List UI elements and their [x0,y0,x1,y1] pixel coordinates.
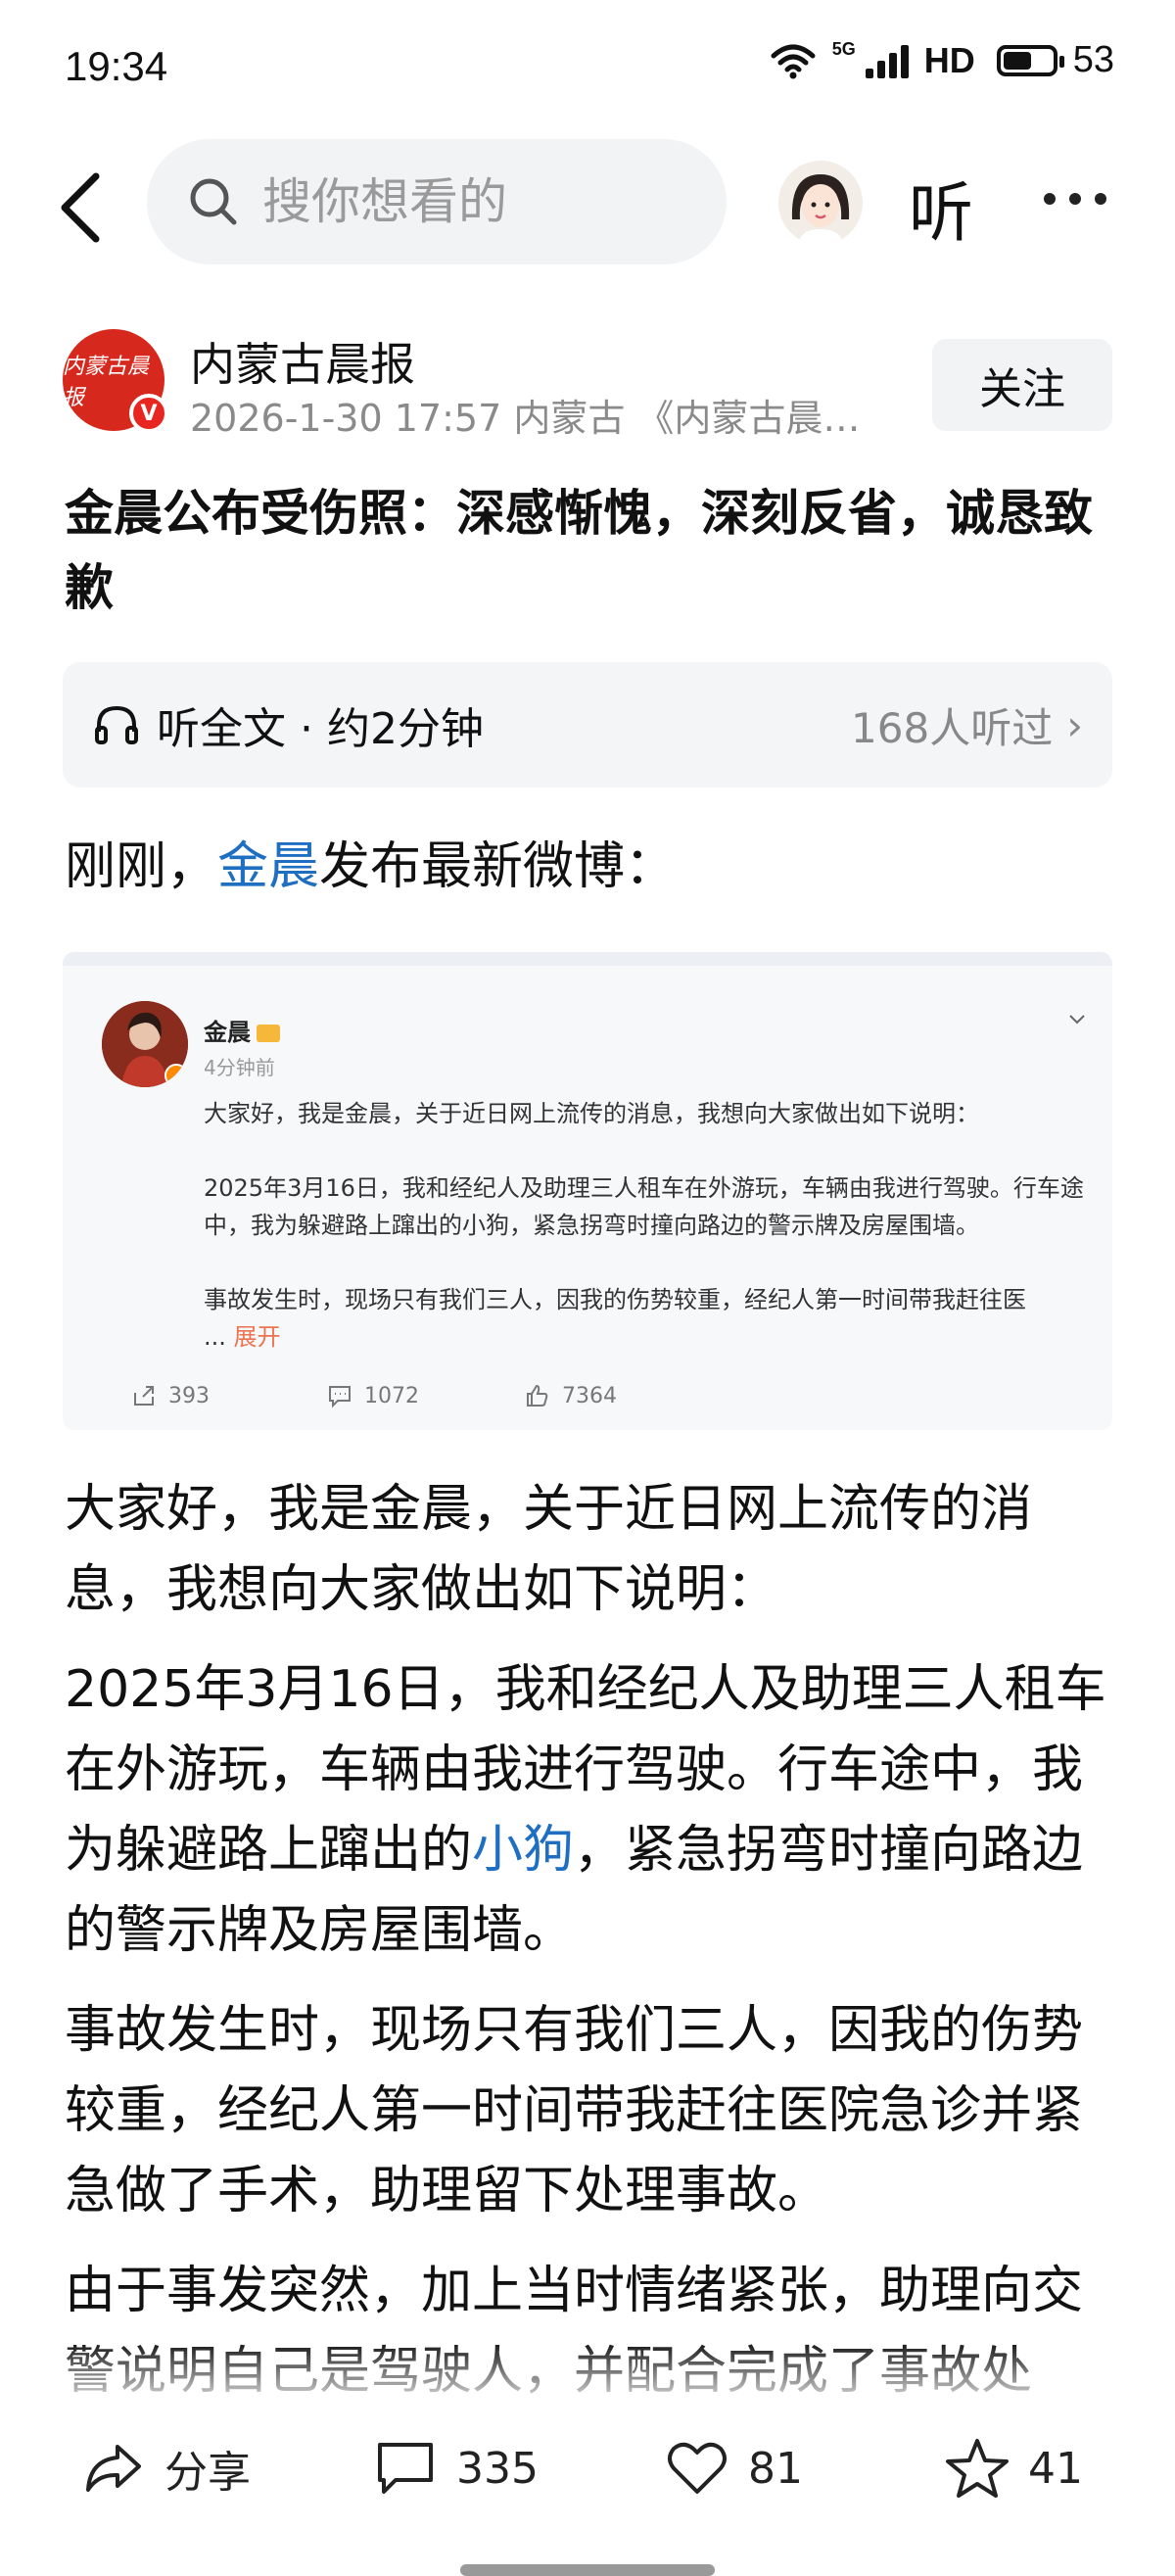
weibo-comments: 1072 [327,1383,419,1408]
headphones-icon [95,705,138,744]
weibo-time: 4分钟前 [204,1056,275,1079]
listen-full-text-bar[interactable]: 听全文 · 约2分钟 168人听过 › [63,662,1112,787]
bottom-action-bar: 分享 335 81 41 [0,2419,1175,2527]
top-nav: 听 [0,139,1175,266]
thumbs-up-icon [527,1384,548,1407]
network-type: 5G [831,38,856,59]
listen-count: 168人听过 › [851,700,1083,752]
share-button[interactable]: 分享 [82,2437,251,2500]
like-button[interactable]: 81 [666,2437,803,2500]
expand-link: 展开 [233,1323,281,1351]
follow-button[interactable]: 关注 [932,339,1112,431]
card-top-strip [63,952,1112,966]
weibo-line-3: 事故发生时，现场只有我们三人，因我的伤势较重，经纪人第一时间带我赶往医 [204,1286,1026,1313]
chevron-left-icon[interactable] [51,168,119,247]
weibo-actions: 393 1072 7364 [63,1383,1112,1422]
status-bar: 19:34 5G HD 53 [0,0,1175,137]
search-bar[interactable] [147,139,727,264]
status-icons: 5G HD 53 [770,39,1114,81]
favorite-button[interactable]: 41 [946,2437,1083,2500]
weibo-line-1: 大家好，我是金晨，关于近日网上流传的消息，我想向大家做出如下说明： [204,1100,979,1127]
verified-badge: V [129,394,168,433]
weibo-likes: 7364 [525,1383,617,1408]
share-icon [134,1386,154,1406]
search-icon [190,178,237,225]
listen-button[interactable]: 听 [909,161,973,255]
paragraph-1: 大家好，我是金晨，关于近日网上流传的消息，我想向大家做出如下说明： [65,1480,1033,1619]
chevron-right-icon: › [1066,700,1083,749]
comment-icon [378,2443,433,2494]
avatar-illustration [778,161,863,245]
share-arrow-icon [86,2445,141,2492]
author-row: 内蒙古晨报 V 内蒙古晨报 2026-1-30 17:57 内蒙古 《内蒙古晨报… [63,329,1112,440]
star-icon [946,2439,1009,2498]
dog-link[interactable]: 小狗 [472,1821,574,1880]
publisher-name[interactable]: 内蒙古晨报 [190,329,415,394]
weibo-author-name: 金晨 [204,1013,280,1047]
wifi-icon [771,44,816,78]
crown-icon [257,1025,280,1042]
chevron-down-icon [1069,1015,1085,1025]
weibo-avatar [102,1001,188,1087]
paragraph-2: 2025年3月16日，我和经纪人及助理三人租车在外游玩，车辆由我进行驾驶。行车途… [65,1660,1106,1960]
battery-level: 53 [1072,39,1114,80]
signal-icon [865,43,909,78]
article-body: 大家好，我是金晨，关于近日网上流传的消息，我想向大家做出如下说明： 2025年3… [65,1469,1114,2431]
battery-icon [996,44,1064,76]
hd-indicator: HD [923,39,975,80]
publish-meta: 2026-1-30 17:57 内蒙古 《内蒙古晨报… [190,397,895,440]
article-title: 金晨公布受伤照：深感惭愧，深刻反省，诚恳致歉 [65,485,1093,616]
home-indicator[interactable] [460,2564,715,2576]
avatar[interactable] [778,161,863,245]
search-input[interactable] [262,173,674,230]
weibo-line-2: 2025年3月16日，我和经纪人及助理三人租车在外游玩，车辆由我进行驾驶。行车途… [204,1174,1084,1239]
heart-icon [668,2442,727,2494]
paragraph-3: 事故发生时，现场只有我们三人，因我的伤势较重，经纪人第一时间带我赶往医院急诊并紧… [65,2001,1084,2220]
more-dots-icon[interactable] [1044,193,1106,205]
comment-icon [329,1386,351,1408]
weibo-share: 393 [131,1383,210,1408]
weibo-text: 大家好，我是金晨，关于近日网上流传的消息，我想向大家做出如下说明： 2025年3… [204,1095,1085,1356]
intro-line: 刚刚，金晨发布最新微博： [65,837,677,896]
listen-label: 听全文 · 约2分钟 [157,704,484,754]
person-link[interactable]: 金晨 [217,837,319,896]
weibo-post-image[interactable]: 金晨 4分钟前 大家好，我是金晨，关于近日网上流传的消息，我想向大家做出如下说明… [63,952,1112,1430]
status-time: 19:34 [65,43,168,89]
comment-button[interactable]: 335 [374,2437,539,2500]
